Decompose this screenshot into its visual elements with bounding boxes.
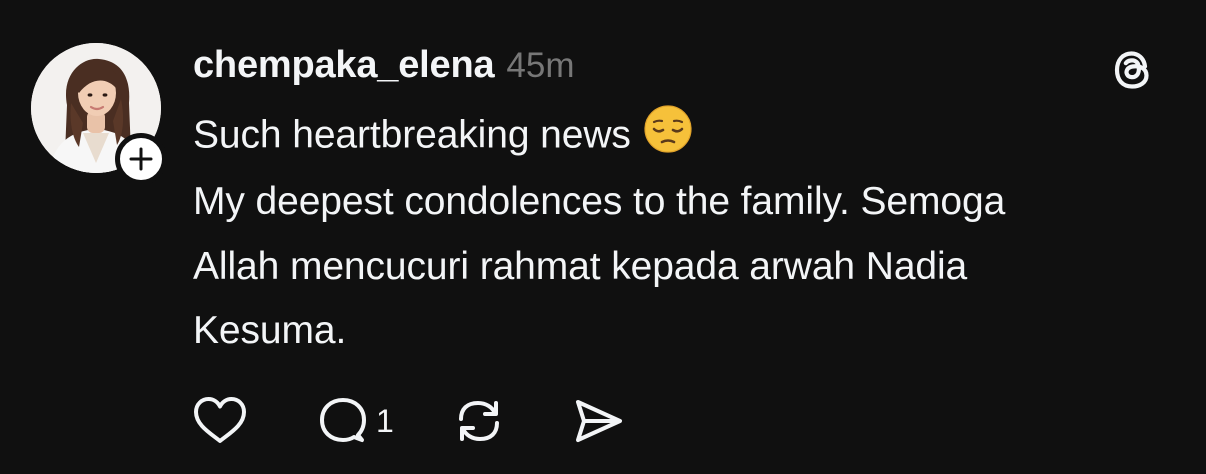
share-button[interactable] [568, 393, 626, 449]
send-icon [575, 400, 622, 442]
reply-count: 1 [376, 402, 394, 439]
like-button[interactable] [190, 393, 250, 449]
pensive-face-emoji [643, 104, 693, 164]
reply-button[interactable]: 1 [316, 393, 394, 449]
thread-post: chempaka_elena 45m Such heartbreaking ne… [0, 0, 1206, 474]
repost-button[interactable] [452, 393, 506, 449]
plus-icon [129, 147, 153, 171]
username[interactable]: chempaka_elena [193, 44, 495, 87]
threads-logo-icon[interactable] [1108, 44, 1160, 96]
post-text-line-3: Allah mencucuri rahmat kepada arwah Nadi… [193, 245, 968, 288]
post-text: Such heartbreaking news [193, 113, 631, 157]
post-header: chempaka_elena 45m [193, 44, 574, 90]
post-text-line-4: Kesuma. [193, 309, 347, 352]
avatar-container[interactable] [31, 43, 167, 185]
repost-icon [458, 400, 499, 442]
post-actions: 1 [190, 393, 626, 449]
post-text-line-2: My deepest condolences to the family. Se… [193, 180, 1006, 223]
follow-button[interactable] [115, 133, 167, 185]
post-timestamp: 45m [506, 46, 575, 85]
speech-bubble-icon [320, 398, 366, 442]
post-text-line-1: Such heartbreaking news [193, 105, 693, 164]
heart-icon [194, 397, 246, 443]
